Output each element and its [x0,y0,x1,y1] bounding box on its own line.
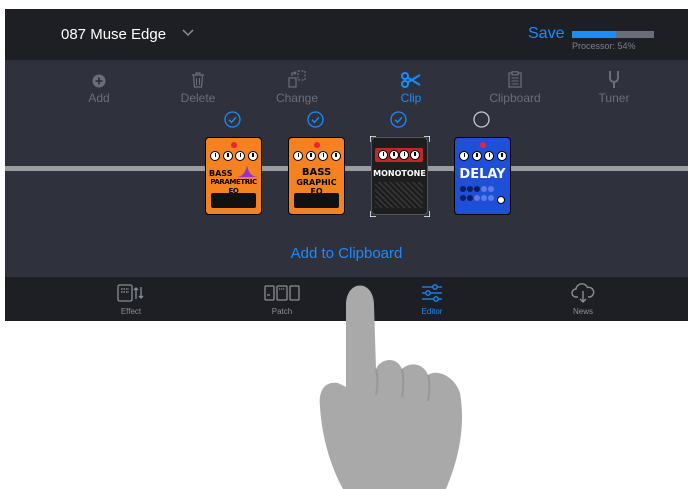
swap-icon [257,66,337,88]
pedal-knobs [210,151,258,163]
pedal-2-checkbox[interactable] [307,111,324,128]
processor-label: Processor: 54% [572,41,636,51]
save-button[interactable]: Save [528,25,564,43]
tool-clip[interactable]: Clip [371,66,451,105]
pedal-monotone[interactable]: MONOTONE [370,136,430,217]
app-window: 087 Muse Edge Save Processor: 54% Add De… [5,9,688,321]
tab-patch-label: Patch [271,307,293,316]
effect-icon [91,281,171,305]
pedal-bass-graphic-eq[interactable]: BASS GRAPHIC EQ [288,137,345,215]
tool-tuner-label: Tuner [598,91,630,105]
pedal-bass-parametric-eq[interactable]: BASS PARAMETRIC EQ [205,137,262,215]
chevron-down-icon[interactable] [182,29,194,37]
pedal-3-checkbox[interactable] [390,111,407,128]
pedal-knobs [378,150,420,162]
cloud-download-icon [543,281,623,305]
add-to-clipboard-button[interactable]: Add to Clipboard [5,245,688,262]
plus-circle-icon [59,66,139,88]
tab-news-label: News [572,307,593,316]
top-bar: 087 Muse Edge Save Processor: 54% [5,9,688,60]
pedal-grille [375,182,423,208]
pedal-knobs [293,151,341,163]
pedal-led [480,142,486,148]
pedal-name-line1: MONOTONE [373,169,426,178]
tool-add-label: Add [88,91,110,105]
tab-effect-label: Effect [120,307,142,316]
pedal-4-checkbox[interactable] [473,111,490,128]
pedal-led [231,142,237,148]
tool-change-label: Change [275,91,319,105]
pedal-footswitch [294,193,339,208]
tool-clipboard-label: Clipboard [489,91,541,105]
pedal-footswitch [211,193,256,208]
pedal-name-line1: BASS [301,167,332,178]
tab-patch[interactable]: Patch [242,281,322,316]
tool-clip-label: Clip [400,91,422,105]
patch-icon [242,281,322,305]
tool-change[interactable]: Change [257,66,337,105]
trash-icon [158,66,238,88]
signal-cable [5,166,688,171]
tool-clipboard[interactable]: Clipboard [475,66,555,105]
pedal-1-checkbox[interactable] [224,111,241,128]
tab-effect[interactable]: Effect [91,281,171,316]
tool-add[interactable]: Add [59,66,139,105]
scissors-icon [371,66,451,88]
tool-delete-label: Delete [180,91,216,105]
pedal-led [314,142,320,148]
eq-curve-icon [236,165,258,177]
pedal-name-line1: DELAY [459,167,506,182]
tool-delete[interactable]: Delete [158,66,238,105]
tool-tuner[interactable]: Tuner [574,66,654,105]
pointing-hand-overlay [319,285,463,489]
processor-meter-fill [572,31,617,38]
pedal-knobs [459,151,507,163]
tab-news[interactable]: News [543,281,623,316]
delay-drops-icon [460,186,505,204]
pedal-delay[interactable]: DELAY [454,137,511,215]
tuning-fork-icon [574,66,654,88]
processor-meter [572,31,654,38]
clipboard-icon [475,66,555,88]
patch-name[interactable]: 087 Muse Edge [61,26,166,43]
